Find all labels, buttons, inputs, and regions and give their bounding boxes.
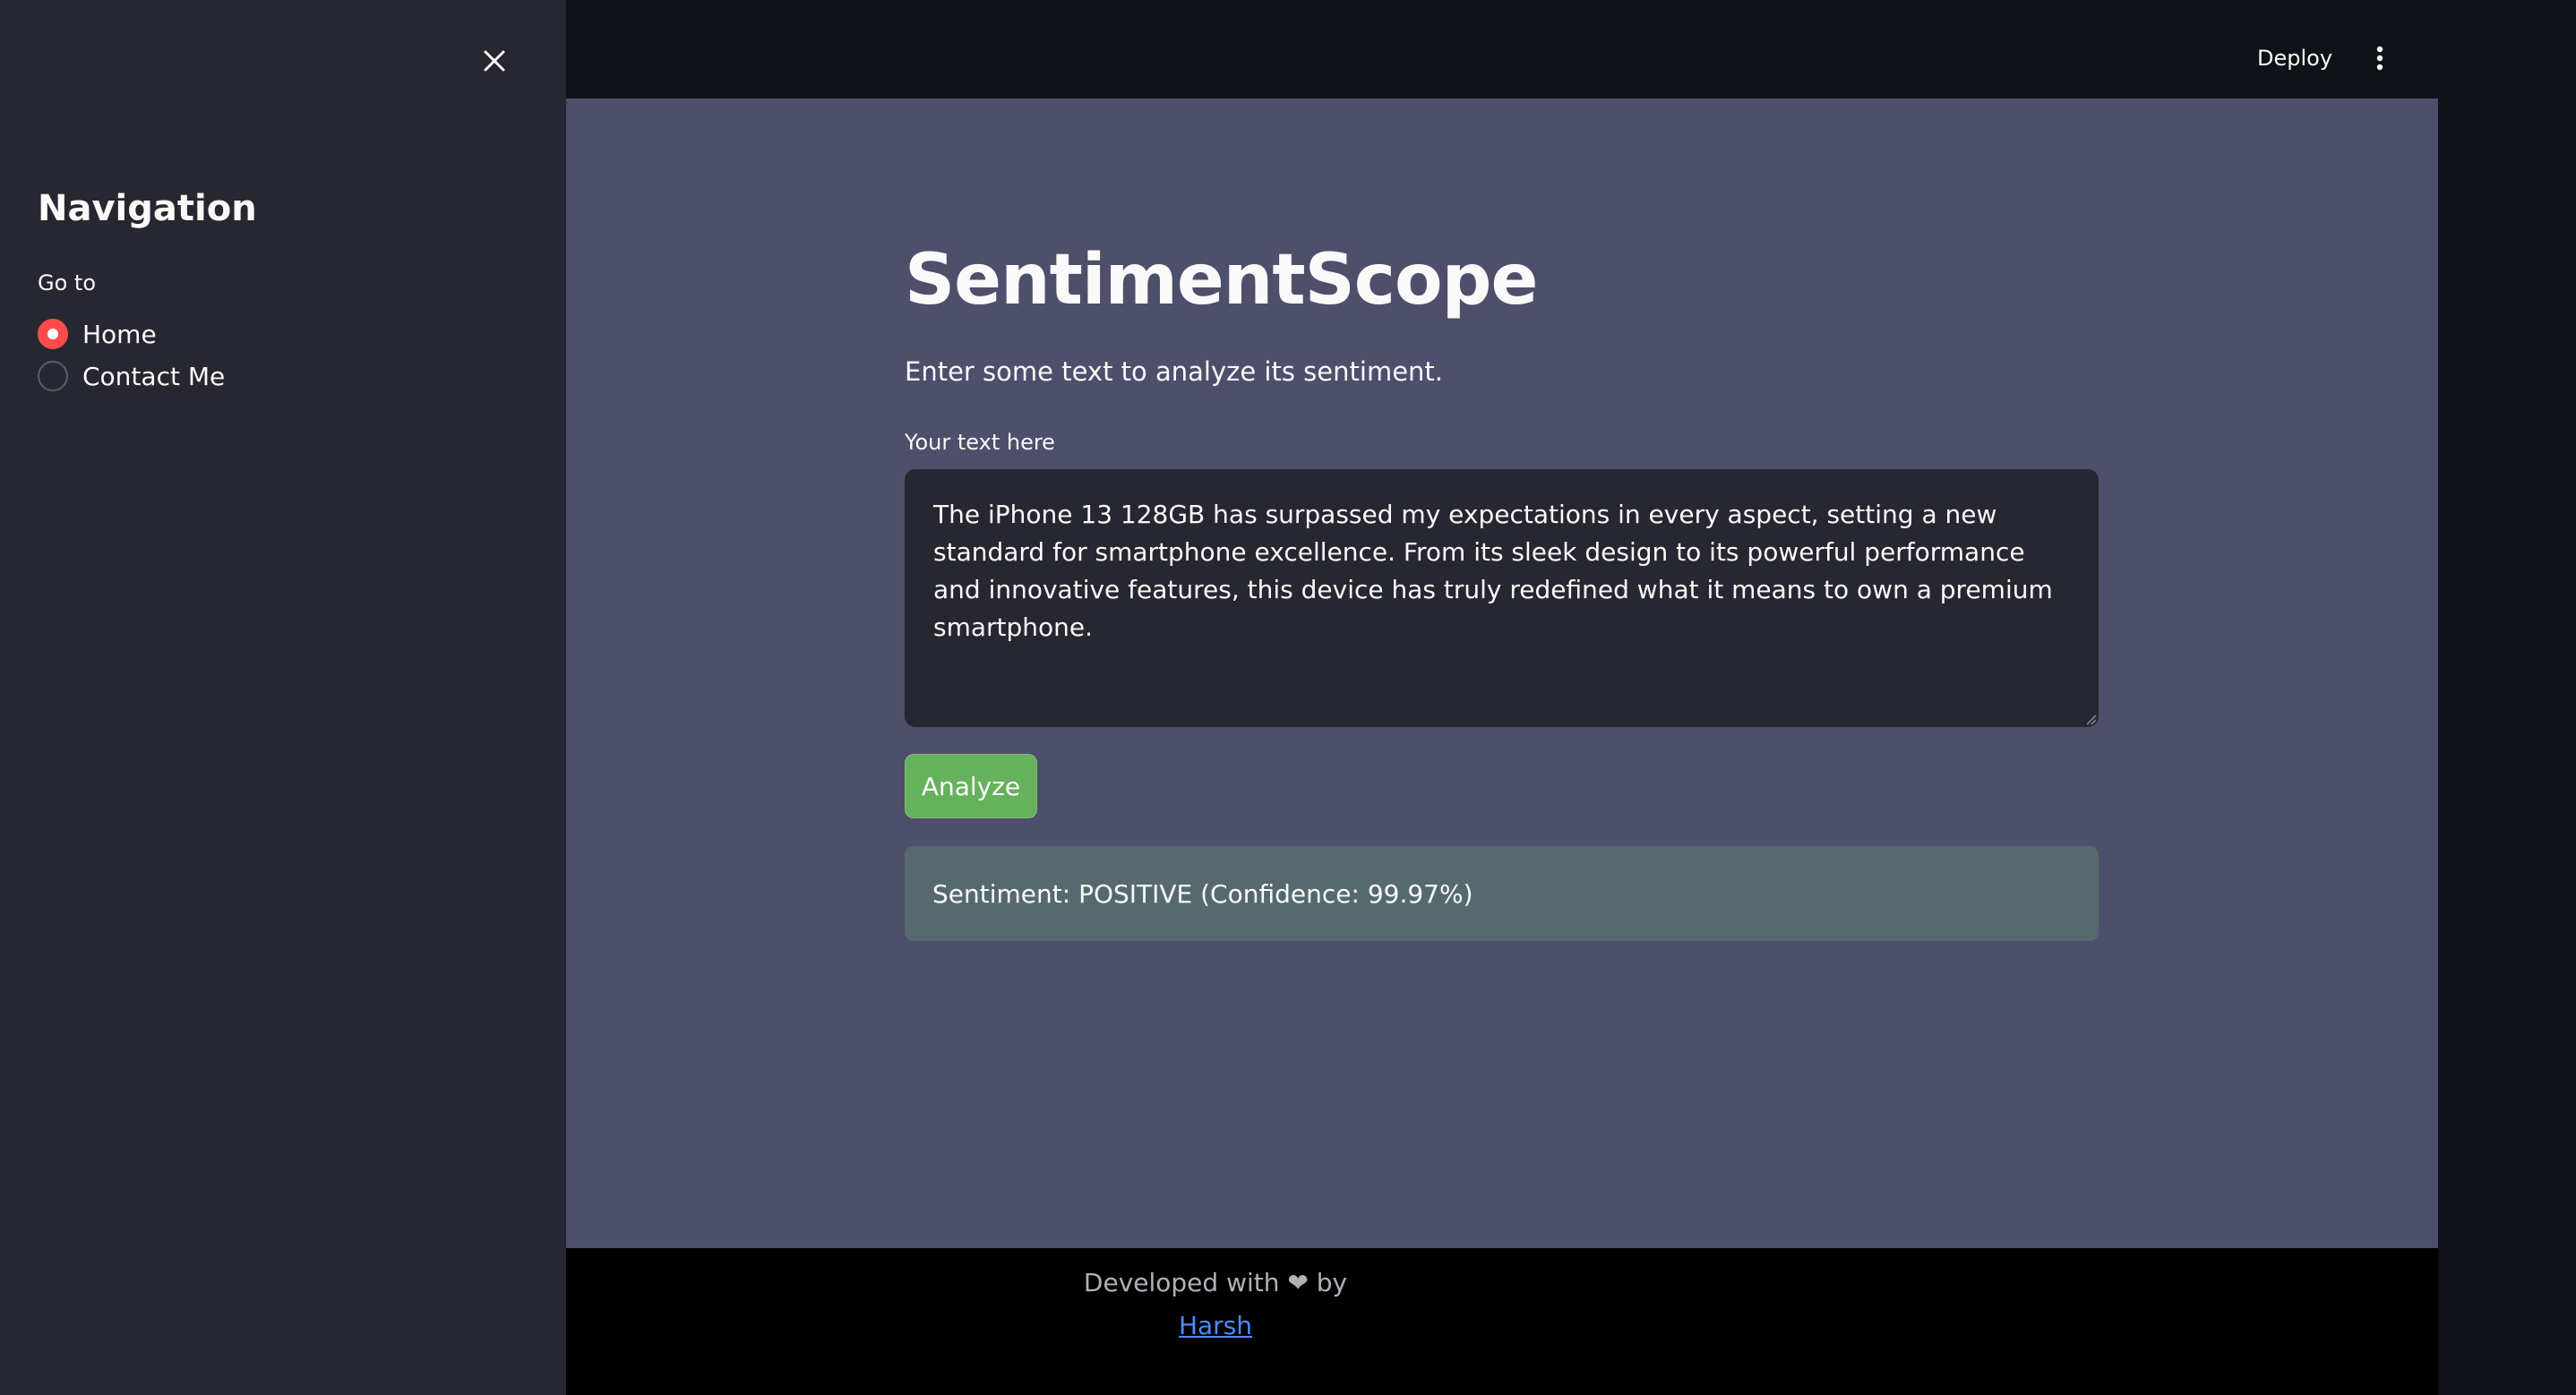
close-icon [484,50,505,72]
main-menu-button[interactable] [2357,36,2402,81]
right-gutter [2438,98,2576,1395]
radio-label-home: Home [82,319,157,349]
top-header: Deploy [566,0,2576,98]
radio-group-label: Go to [38,270,97,295]
sentiment-text-input[interactable]: The iPhone 13 128GB has surpassed my exp… [905,469,2099,727]
radio-checked-icon [38,319,68,349]
resize-handle-icon[interactable] [2084,713,2097,725]
sentiment-result-text: Sentiment: POSITIVE (Confidence: 99.97%) [932,878,1473,909]
sentiment-result-alert: Sentiment: POSITIVE (Confidence: 99.97%) [905,846,2099,941]
page-title: SentimentScope [905,240,1538,321]
close-sidebar-button[interactable] [473,39,516,82]
kebab-menu-icon [2376,46,2383,71]
main-content: SentimentScope Enter some text to analyz… [566,98,2438,1248]
app-window: Navigation Go to Home Contact Me Deploy … [0,0,2576,1395]
text-input-label: Your text here [905,430,1055,455]
deploy-button[interactable]: Deploy [2257,36,2332,81]
footer-credit-text: Developed with ❤ by [1083,1268,1348,1297]
analyze-button[interactable]: Analyze [905,754,1037,818]
page-footer: Developed with ❤ by Harsh [566,1248,2438,1395]
sidebar: Navigation Go to Home Contact Me [0,0,566,1395]
radio-option-home[interactable]: Home [38,316,157,352]
radio-label-contact: Contact Me [82,361,226,391]
radio-option-contact[interactable]: Contact Me [38,358,225,394]
sidebar-title: Navigation [38,188,257,229]
radio-unchecked-icon [38,361,68,391]
page-subtitle: Enter some text to analyze its sentiment… [905,356,1443,387]
footer-author-link[interactable]: Harsh [1179,1311,1252,1340]
